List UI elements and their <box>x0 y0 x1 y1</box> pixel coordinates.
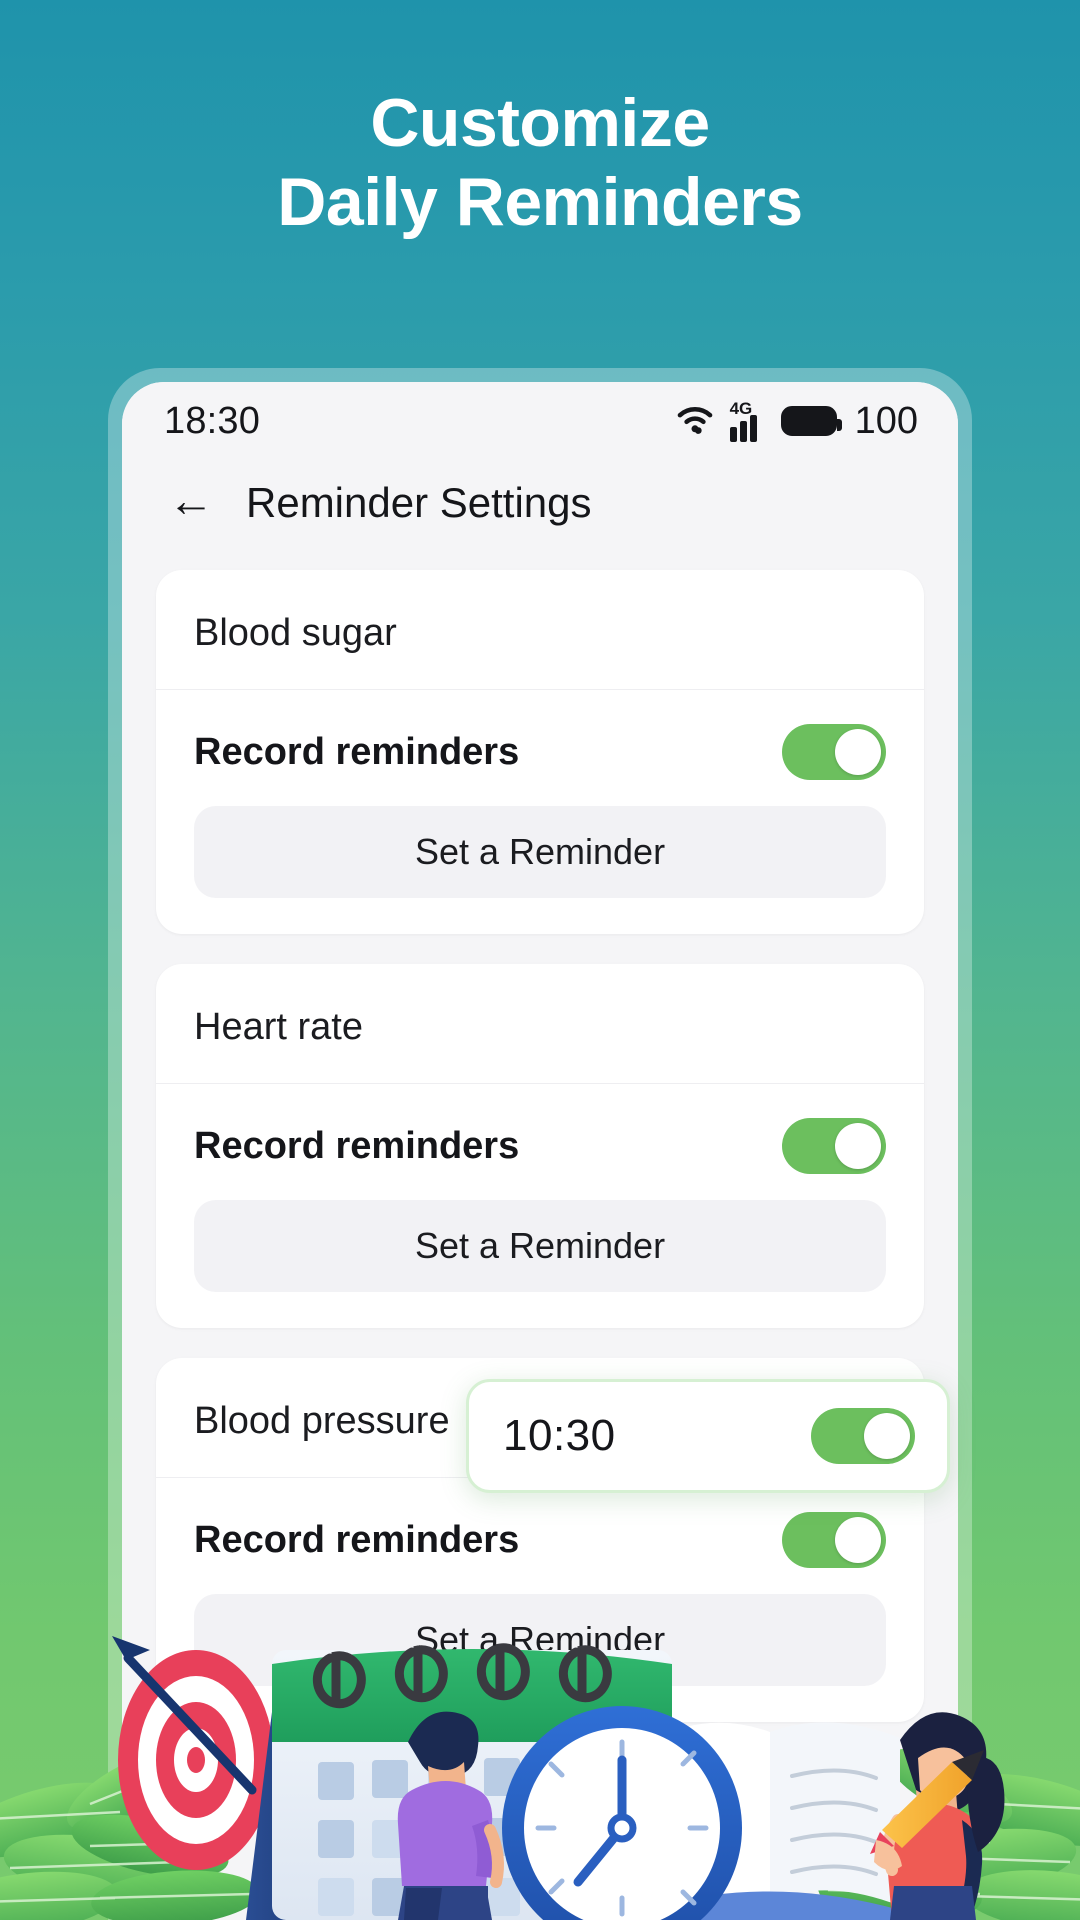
card-blood-sugar: Blood sugar Record reminders Set a Remin… <box>156 570 924 934</box>
card-title: Heart rate <box>156 964 924 1084</box>
battery-percent: 100 <box>854 399 918 442</box>
app-header: ← Reminder Settings <box>122 460 958 546</box>
page-title: Customize Daily Reminders <box>0 84 1080 242</box>
app-title: Reminder Settings <box>246 479 592 526</box>
record-reminders-row[interactable]: Record reminders <box>156 690 924 806</box>
record-reminders-row[interactable]: Record reminders <box>156 1084 924 1200</box>
toggle-knob <box>835 1123 881 1169</box>
record-reminders-toggle[interactable] <box>782 1118 886 1174</box>
card-title: Blood sugar <box>156 570 924 690</box>
signal-bars-icon: 4G <box>729 398 767 442</box>
toggle-knob <box>864 1413 910 1459</box>
reminder-time-popup[interactable]: 10:30 <box>466 1379 950 1493</box>
toggle-knob <box>835 729 881 775</box>
headline-line-2: Daily Reminders <box>277 163 803 240</box>
headline-line-1: Customize <box>370 85 710 161</box>
calendar-clock-people-illustration <box>0 1636 1080 1920</box>
record-reminders-label: Record reminders <box>194 730 520 773</box>
reminder-time-toggle[interactable] <box>811 1408 915 1464</box>
wifi-icon <box>674 403 716 440</box>
card-heart-rate: Heart rate Record reminders Set a Remind… <box>156 964 924 1328</box>
status-time: 18:30 <box>164 399 261 442</box>
set-reminder-button[interactable]: Set a Reminder <box>194 1200 886 1292</box>
battery-full-icon <box>780 406 842 436</box>
set-reminder-button[interactable]: Set a Reminder <box>194 806 886 898</box>
network-label: 4G <box>729 398 753 418</box>
reminder-time-value: 10:30 <box>503 1411 616 1460</box>
status-bar: 18:30 4G 100 <box>122 382 958 460</box>
status-icons: 4G 100 <box>674 398 918 443</box>
record-reminders-toggle[interactable] <box>782 724 886 780</box>
record-reminders-label: Record reminders <box>194 1124 520 1167</box>
back-arrow-icon[interactable]: ← <box>168 477 214 523</box>
